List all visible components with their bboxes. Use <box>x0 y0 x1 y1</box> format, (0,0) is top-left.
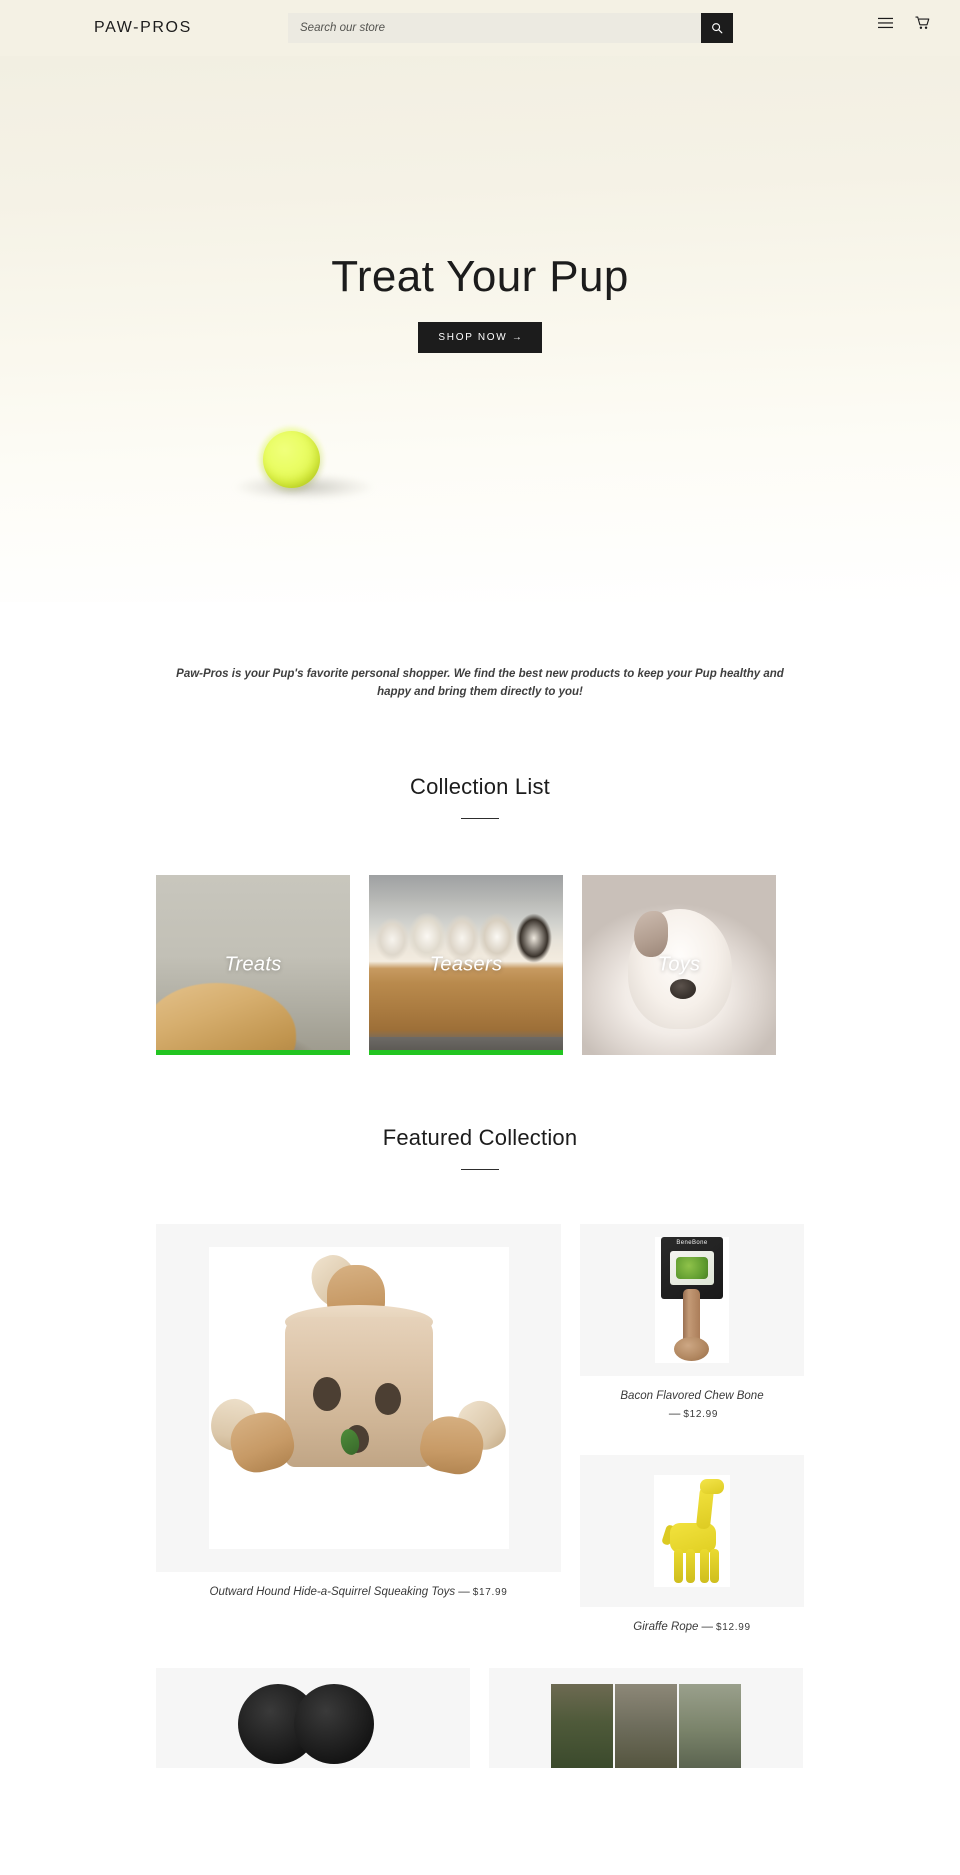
intro-section: Paw-Pros is your Pup's favorite personal… <box>0 602 960 702</box>
collection-card-accent-bar <box>369 1049 563 1055</box>
hero-title: Treat Your Pup <box>331 252 629 301</box>
partial-product-art-2 <box>551 1683 741 1768</box>
product-card-chew-bone[interactable]: BeneBone Bacon Flavored Chew Bone — $12.9… <box>580 1223 804 1436</box>
featured-collection-title: Featured Collection <box>382 1124 578 1150</box>
featured-collection-heading: Featured Collection <box>0 1125 960 1170</box>
product-card-giraffe-rope[interactable]: Giraffe Rope — $12.99 <box>580 1454 804 1649</box>
product-meta-dash: — <box>668 1408 681 1421</box>
product-price: $12.99 <box>715 1621 751 1633</box>
product-meta: Giraffe Rope — $12.99 <box>580 1606 804 1649</box>
stump-hole <box>374 1382 401 1415</box>
featured-column-left: Outward Hound Hide-a-Squirrel Squeaking … <box>156 1223 561 1633</box>
hero-content: Treat Your Pup SHOP NOW → <box>0 56 960 602</box>
hero-banner: Treat Your Pup SHOP NOW → <box>0 56 960 602</box>
pup-ear-shape <box>634 910 668 957</box>
product-meta: Bacon Flavored Chew Bone — $12.99 <box>580 1375 804 1436</box>
giraffe-leg <box>686 1548 695 1583</box>
bone-brand-label: BeneBone <box>676 1239 708 1246</box>
search-button[interactable] <box>701 13 733 43</box>
product-price-line: — $12.99 <box>586 1406 798 1423</box>
heading-divider <box>461 1168 499 1170</box>
collection-card-accent-bar <box>156 1049 350 1055</box>
giraffe-rope-art <box>654 1474 730 1587</box>
product-card-hide-a-squirrel[interactable]: Outward Hound Hide-a-Squirrel Squeaking … <box>156 1223 561 1614</box>
storefront-page: PAW-PROS Search our store Treat Your Pup… <box>0 0 960 1768</box>
product-title: Giraffe Rope <box>633 1620 699 1633</box>
giraffe-leg <box>674 1548 683 1583</box>
collection-grid: Treats Teasers Toys <box>156 874 804 1055</box>
product-price: $17.99 <box>472 1586 508 1598</box>
giraffe-leg <box>700 1548 709 1583</box>
product-image-hide-a-squirrel <box>156 1223 561 1572</box>
shop-now-button[interactable]: SHOP NOW → <box>418 322 542 354</box>
giraffe-head <box>700 1478 724 1494</box>
product-image-chew-bone: BeneBone <box>580 1223 804 1376</box>
strip-shape <box>551 1683 613 1768</box>
product-meta: Outward Hound Hide-a-Squirrel Squeaking … <box>156 1571 561 1614</box>
featured-collection-section: Featured Collection Outward Hound Hide-a… <box>0 1055 960 1768</box>
product-title: Outward Hound Hide-a-Squirrel Squeaking … <box>209 1585 456 1598</box>
intro-text: Paw-Pros is your Pup's favorite personal… <box>176 668 784 698</box>
collection-list-title: Collection List <box>410 773 550 799</box>
product-card-partial-2[interactable] <box>489 1667 803 1768</box>
search-input[interactable] <box>288 13 701 43</box>
product-title: Bacon Flavored Chew Bone <box>620 1389 764 1402</box>
product-price: $12.99 <box>683 1409 719 1421</box>
bone-label-art <box>670 1250 714 1285</box>
disc-shape <box>294 1683 374 1764</box>
featured-product-grid: Outward Hound Hide-a-Squirrel Squeaking … <box>156 1223 804 1668</box>
product-image-giraffe-rope <box>580 1454 804 1607</box>
header-icon-group <box>878 16 930 30</box>
collection-card-toys[interactable]: Toys <box>582 874 776 1055</box>
site-header: PAW-PROS <box>0 0 960 56</box>
partial-product-art-1 <box>238 1683 388 1768</box>
cart-icon[interactable] <box>915 16 930 30</box>
strip-shape <box>679 1683 741 1768</box>
search-bar <box>288 13 733 43</box>
featured-column-right: BeneBone Bacon Flavored Chew Bone — $12.9… <box>580 1223 804 1668</box>
chew-bone-art: BeneBone <box>655 1236 729 1363</box>
hamburger-menu-icon[interactable] <box>878 17 893 29</box>
collection-card-label: Teasers <box>429 953 503 976</box>
heading-divider <box>461 817 499 819</box>
collection-list-section: Collection List Treats Teasers Toys <box>0 702 960 1055</box>
product-meta-dash: — <box>701 1620 713 1633</box>
hide-a-squirrel-art <box>201 1246 512 1549</box>
bone-knob <box>674 1336 709 1361</box>
collection-card-treats[interactable]: Treats <box>156 874 350 1055</box>
collection-card-label: Treats <box>224 953 282 976</box>
strip-shape <box>615 1683 677 1768</box>
site-logo[interactable]: PAW-PROS <box>94 19 192 37</box>
product-card-partial-1[interactable] <box>156 1667 470 1768</box>
collection-list-heading: Collection List <box>0 774 960 819</box>
collection-card-teasers[interactable]: Teasers <box>369 874 563 1055</box>
collection-card-label: Toys <box>657 953 701 976</box>
product-meta-dash: — <box>458 1585 470 1598</box>
stump-hole <box>312 1376 341 1411</box>
giraffe-leg <box>710 1548 719 1583</box>
pup-nose-shape <box>670 978 696 999</box>
featured-next-row <box>156 1667 804 1768</box>
